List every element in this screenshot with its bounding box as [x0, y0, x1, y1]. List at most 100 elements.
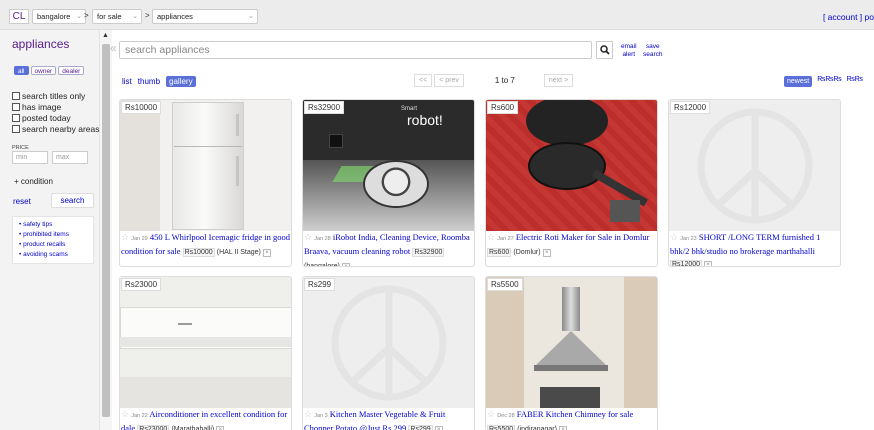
min-price-input[interactable]: min	[12, 151, 48, 164]
account-link[interactable]: [ account ] po	[823, 12, 874, 22]
first-page-button[interactable]: <<	[414, 74, 433, 87]
sort-newest[interactable]: newest	[784, 76, 813, 87]
listing-info: ☆ Jan 3 Kitchen Master Vegetable & Fruit…	[304, 408, 474, 430]
chevron-down-icon: ⌄	[248, 13, 254, 20]
safety-tips-link[interactable]: • safety tips	[19, 220, 93, 230]
checkbox-icon[interactable]	[12, 114, 20, 122]
listing-card[interactable]: Rs10000 ☆ Jan 29 450 L Whirlpool Icemagic…	[119, 99, 292, 267]
has-image-checkbox[interactable]: has image	[12, 102, 61, 112]
sidebar-scrollbar[interactable]: ▲	[100, 30, 112, 430]
reset-link[interactable]: reset	[13, 197, 31, 206]
scroll-up-icon[interactable]: ▲	[102, 32, 109, 39]
checkbox-icon[interactable]	[12, 92, 20, 100]
listing-photo[interactable]	[486, 277, 657, 408]
hide-listing-icon[interactable]: ×	[559, 426, 568, 430]
listing-info: ☆ Dec 28 FABER Kitchen Chimney for sale …	[487, 408, 657, 430]
favorite-star-icon[interactable]: ☆	[121, 232, 129, 242]
hide-listing-icon[interactable]: ×	[542, 249, 551, 257]
favorite-star-icon[interactable]: ☆	[304, 409, 312, 419]
breadcrumb-separator: >	[145, 11, 150, 20]
breadcrumb-separator: >	[84, 11, 89, 20]
sidebar-title[interactable]: appliances	[12, 37, 69, 51]
listing-location: (HAL II Stage)	[216, 249, 261, 256]
listing-photo[interactable]	[120, 277, 291, 408]
listing-card[interactable]: Rs23000 ☆ Jan 22 Airconditioner in excell…	[119, 276, 292, 430]
favorite-star-icon[interactable]: ☆	[121, 409, 129, 419]
listing-photo[interactable]	[120, 100, 291, 231]
hide-listing-icon[interactable]: ×	[434, 426, 443, 430]
product-recalls-link[interactable]: • product recalls	[19, 240, 93, 250]
checkbox-label: search nearby areas	[22, 124, 100, 134]
listing-card[interactable]: Smart robot! Rs32900 ☆ Jan 28 iRobot India,…	[302, 99, 475, 267]
listing-photo[interactable]: Smart robot!	[303, 100, 474, 231]
listing-title-link[interactable]: FABER Kitchen Chimney for sale	[517, 409, 633, 419]
condition-toggle[interactable]: + condition	[14, 177, 53, 186]
listing-location: (indiranagar)	[517, 426, 557, 430]
search-titles-only-checkbox[interactable]: search titles only	[12, 91, 85, 101]
listing-card[interactable]: Rs600 ☆ Jan 27 Electric Roti Maker for Sa…	[485, 99, 658, 267]
hide-listing-icon[interactable]: ×	[341, 263, 350, 266]
hide-listing-icon[interactable]: ×	[704, 261, 713, 266]
prev-page-button[interactable]: < prev	[434, 74, 464, 87]
search-nearby-checkbox[interactable]: search nearby areas	[12, 124, 100, 134]
listing-card[interactable]: Rs12000 ☆ Jan 23 SHORT /LONG TERM furnish…	[668, 99, 841, 267]
posted-today-checkbox[interactable]: posted today	[12, 113, 71, 123]
listing-title-link[interactable]: Electric Roti Maker for Sale in Domlur	[516, 232, 650, 242]
category-select-label: for sale	[97, 12, 122, 21]
craigslist-logo[interactable]: CL	[9, 9, 29, 24]
avoiding-scams-link[interactable]: • avoiding scams	[19, 250, 93, 260]
city-select[interactable]: bangalore ⌄	[32, 9, 86, 24]
favorite-star-icon[interactable]: ☆	[487, 409, 495, 419]
collapse-sidebar-icon[interactable]: «	[110, 41, 117, 55]
scrollbar-thumb[interactable]	[102, 44, 110, 417]
filter-all[interactable]: all	[14, 66, 29, 75]
prohibited-items-link[interactable]: • prohibited items	[19, 230, 93, 240]
hide-listing-icon[interactable]: ×	[262, 249, 271, 257]
listing-location: (Domlur)	[513, 249, 541, 256]
checkbox-icon[interactable]	[12, 125, 20, 133]
favorite-star-icon[interactable]: ☆	[304, 232, 312, 242]
photo-caption: robot!	[407, 112, 443, 128]
view-thumb[interactable]: thumb	[138, 77, 160, 86]
view-list[interactable]: list	[122, 77, 132, 86]
hide-listing-icon[interactable]: ×	[216, 426, 225, 430]
max-price-input[interactable]: max	[52, 151, 88, 164]
view-gallery[interactable]: gallery	[166, 76, 196, 87]
search-submit-button[interactable]	[596, 41, 613, 59]
checkbox-label: search titles only	[22, 91, 86, 101]
listing-location: (bangalore)	[304, 263, 340, 267]
sort-price-desc[interactable]: ₨₨₨	[817, 76, 841, 87]
top-bar: CL bangalore ⌄ > for sale ⌄ > appliances…	[0, 0, 874, 30]
filter-dealer[interactable]: dealer	[58, 66, 85, 75]
subcategory-select[interactable]: appliances ⌄	[152, 9, 258, 24]
listing-date: Jan 28	[314, 236, 331, 242]
city-select-label: bangalore	[37, 12, 71, 21]
chevron-down-icon: ⌄	[132, 13, 138, 20]
save-search-link[interactable]: save search	[643, 43, 663, 59]
email-alert-link[interactable]: email alert	[621, 43, 637, 59]
view-mode-selector: list thumb gallery	[122, 76, 202, 87]
listing-date: Jan 29	[131, 236, 148, 242]
seller-type-filter: all owner dealer	[14, 66, 86, 75]
listing-price: Rs32900	[412, 248, 445, 257]
listing-photo[interactable]	[486, 100, 657, 231]
favorite-star-icon[interactable]: ☆	[670, 232, 678, 242]
price-badge: Rs600	[487, 101, 519, 114]
favorite-star-icon[interactable]: ☆	[487, 232, 495, 242]
filter-owner[interactable]: owner	[30, 66, 57, 75]
next-page-button[interactable]: next >	[543, 74, 574, 87]
listing-info: ☆ Jan 27 Electric Roti Maker for Sale in…	[487, 231, 657, 259]
search-button[interactable]: search	[51, 193, 94, 208]
search-input[interactable]: search appliances	[119, 41, 592, 59]
listing-photo[interactable]	[303, 277, 474, 408]
sort-price-asc[interactable]: ₨₨	[847, 76, 863, 87]
help-links: • safety tips • prohibited items • produ…	[12, 216, 94, 264]
listing-photo[interactable]	[669, 100, 840, 231]
no-image-placeholder-icon	[331, 285, 446, 400]
checkbox-icon[interactable]	[12, 103, 20, 111]
listing-card[interactable]: Rs299 ☆ Jan 3 Kitchen Master Vegetable & …	[302, 276, 475, 430]
listing-card[interactable]: Rs5500 ☆ Dec 28 FABER Kitchen Chimney for…	[485, 276, 658, 430]
listing-price: Rs299	[408, 425, 433, 430]
category-select[interactable]: for sale ⌄	[92, 9, 142, 24]
listing-info: ☆ Jan 23 SHORT /LONG TERM furnished 1 bh…	[670, 231, 840, 266]
